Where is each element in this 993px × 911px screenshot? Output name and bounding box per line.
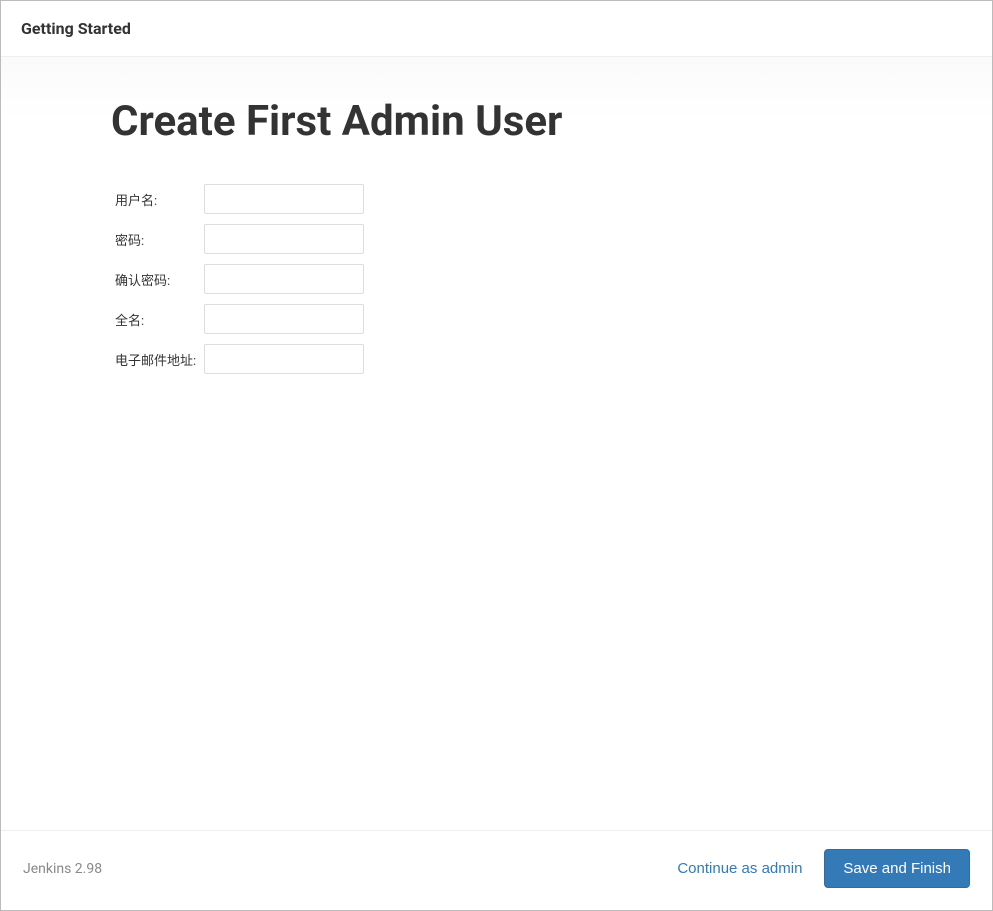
wizard-header-title: Getting Started <box>21 19 972 38</box>
label-email: 电子邮件地址: <box>111 344 200 374</box>
wizard-footer: Jenkins 2.98 Continue as admin Save and … <box>1 830 992 910</box>
label-password: 密码: <box>111 224 200 254</box>
jenkins-version: Jenkins 2.98 <box>23 861 102 877</box>
input-confirm-password[interactable] <box>204 264 364 294</box>
continue-as-admin-button[interactable]: Continue as admin <box>673 852 806 885</box>
form-row-fullname: 全名: <box>111 304 368 334</box>
wizard-header: Getting Started <box>1 1 992 57</box>
label-fullname: 全名: <box>111 304 200 334</box>
label-confirm-password: 确认密码: <box>111 264 200 294</box>
input-email[interactable] <box>204 344 364 374</box>
form-row-confirm-password: 确认密码: <box>111 264 368 294</box>
wizard-main: Create First Admin User 用户名: 密码: 确认密码: 全… <box>1 57 992 830</box>
input-username[interactable] <box>204 184 364 214</box>
page-title: Create First Admin User <box>111 97 972 146</box>
admin-user-form: 用户名: 密码: 确认密码: 全名: 电子邮件地址: <box>111 174 368 384</box>
input-fullname[interactable] <box>204 304 364 334</box>
form-row-password: 密码: <box>111 224 368 254</box>
form-row-email: 电子邮件地址: <box>111 344 368 374</box>
footer-actions: Continue as admin Save and Finish <box>673 849 970 888</box>
label-username: 用户名: <box>111 184 200 214</box>
form-row-username: 用户名: <box>111 184 368 214</box>
save-and-finish-button[interactable]: Save and Finish <box>824 849 970 888</box>
input-password[interactable] <box>204 224 364 254</box>
